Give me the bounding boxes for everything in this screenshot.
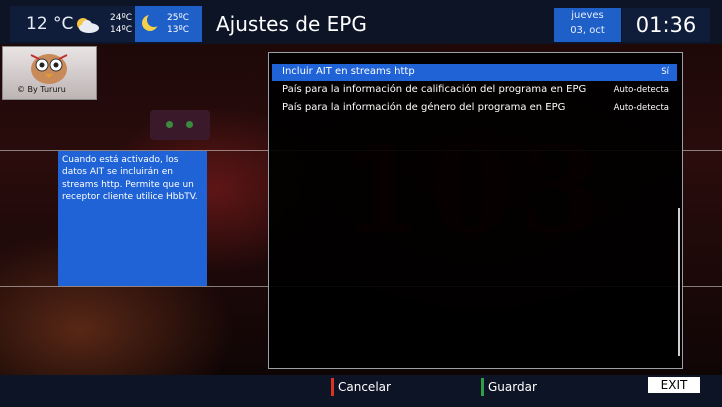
green-key-icon: [481, 378, 484, 396]
logo-caption: © By Tururu: [17, 85, 66, 94]
red-key-icon: [331, 378, 334, 396]
scrollbar[interactable]: [678, 208, 680, 356]
date-display: jueves 03, oct: [554, 8, 621, 42]
header-bar: 12 °C 24ºC 14ºC 25ºC 13ºC Ajustes de EPG: [0, 0, 722, 44]
weather-today: 12 °C 24ºC 14ºC: [10, 6, 135, 42]
channel-logo: © By Tururu: [2, 46, 97, 100]
setting-row-genre-country[interactable]: País para la información de género del p…: [272, 100, 677, 117]
setting-row-ait-http[interactable]: Incluir AIT en streams http Sí: [272, 64, 677, 81]
help-text: Cuando está activado, los datos AIT se i…: [62, 155, 198, 202]
setting-row-rating-country[interactable]: País para la información de calificación…: [272, 82, 677, 99]
today-high-low: 24ºC 14ºC: [110, 12, 132, 36]
clock: 01:36: [622, 8, 710, 42]
current-temperature: 12 °C: [26, 14, 74, 34]
cancel-button[interactable]: Cancelar: [331, 378, 401, 396]
settings-panel: Incluir AIT en streams http Sí País para…: [268, 52, 683, 369]
page-title: Ajustes de EPG: [216, 12, 367, 36]
save-button[interactable]: Guardar: [481, 378, 551, 396]
partly-cloudy-icon: [77, 18, 99, 33]
setting-value[interactable]: Auto-detecta: [614, 85, 669, 95]
save-label: Guardar: [488, 380, 537, 394]
date-weekday: jueves: [571, 10, 604, 21]
date-day: 03, oct: [570, 25, 605, 36]
moon-icon: [142, 14, 159, 31]
setting-label: País para la información de calificación…: [282, 84, 587, 95]
today-low: 14ºC: [110, 25, 132, 35]
exit-button[interactable]: EXIT: [648, 377, 700, 393]
setting-value[interactable]: Auto-detecta: [614, 103, 669, 113]
setting-value[interactable]: Sí: [661, 67, 669, 77]
background-robot-figure: [150, 110, 210, 140]
owl-mascot-icon: [30, 54, 68, 84]
footer-bar: Cancelar Guardar EXIT: [0, 375, 722, 407]
setting-label: País para la información de género del p…: [282, 102, 566, 113]
tonight-high: 25ºC: [167, 13, 189, 23]
cancel-label: Cancelar: [338, 380, 391, 394]
weather-tonight: 25ºC 13ºC: [135, 6, 202, 42]
help-panel: Cuando está activado, los datos AIT se i…: [58, 151, 207, 286]
tonight-high-low: 25ºC 13ºC: [167, 12, 189, 36]
weather-widget: 12 °C 24ºC 14ºC 25ºC 13ºC: [10, 6, 202, 42]
tonight-low: 13ºC: [167, 25, 189, 35]
setting-label: Incluir AIT en streams http: [282, 66, 415, 77]
today-high: 24ºC: [110, 13, 132, 23]
